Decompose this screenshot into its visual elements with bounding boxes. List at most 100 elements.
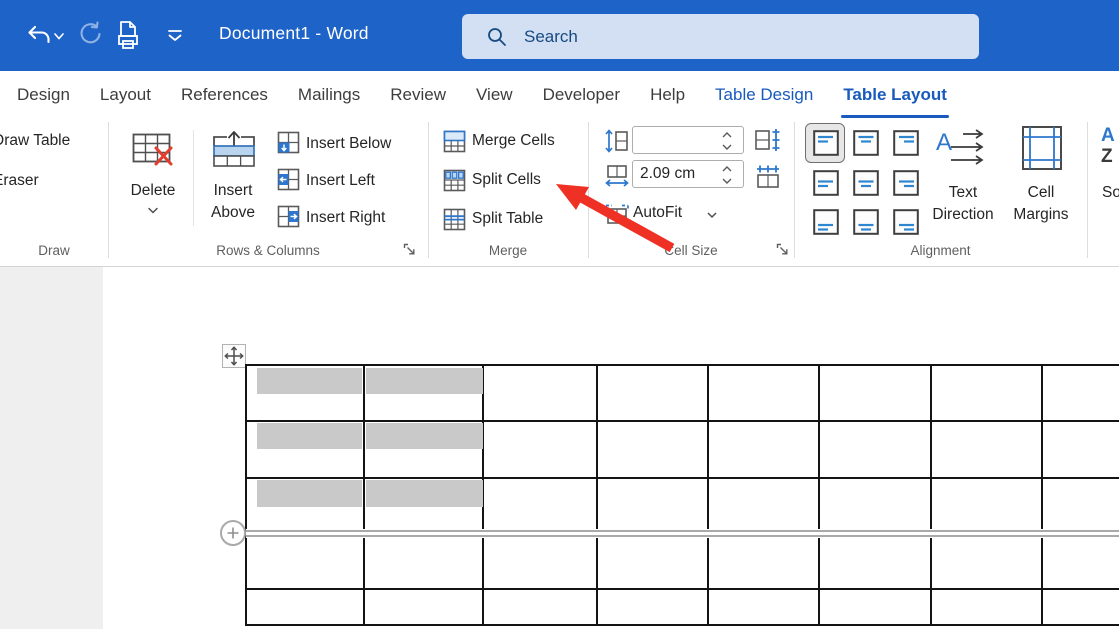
sort-icon-z: Z <box>1101 146 1113 168</box>
insert-left-icon <box>277 168 300 191</box>
cell-margins-label-2: Margins <box>1007 206 1075 224</box>
delete-button-label: Delete <box>128 182 178 200</box>
cell-margins-label-1: Cell <box>1007 184 1075 202</box>
insert-right-icon <box>277 205 300 228</box>
plus-icon <box>226 526 240 540</box>
dialog-launcher-icon[interactable] <box>776 243 789 256</box>
group-label-draw: Draw <box>0 243 108 258</box>
move-icon <box>223 345 245 367</box>
svg-text:A: A <box>936 129 952 156</box>
button-separator <box>193 130 194 226</box>
table-column-border <box>245 364 247 626</box>
insert-below-icon <box>277 131 300 154</box>
align-center-right-button[interactable] <box>893 170 919 196</box>
title-bar: Document1 - Word Search <box>0 0 1119 71</box>
split-table-icon <box>443 208 466 231</box>
align-bottom-left-button[interactable] <box>813 209 839 235</box>
search-box[interactable]: Search <box>462 14 979 59</box>
undo-icon[interactable] <box>24 21 52 49</box>
tab-layout[interactable]: Layout <box>85 71 166 118</box>
search-placeholder: Search <box>524 14 578 59</box>
dialog-launcher-icon[interactable] <box>403 243 416 256</box>
table-row-border <box>246 364 1119 366</box>
row-height-field[interactable] <box>632 126 744 154</box>
spinner-down-icon[interactable] <box>721 143 733 151</box>
table-column-border <box>1041 364 1043 626</box>
selected-cell-highlight[interactable] <box>366 423 483 449</box>
word-window: Document1 - Word Search Design Layout Re… <box>0 0 1119 629</box>
redo-icon <box>76 20 104 48</box>
insert-right-label: Insert Right <box>306 209 385 227</box>
insert-above-icon <box>211 130 257 168</box>
undo-dropdown-chevron-icon[interactable] <box>53 32 65 41</box>
chevron-down-icon <box>147 207 159 215</box>
table-column-border <box>707 364 709 626</box>
sort-icon: A <box>1101 125 1115 147</box>
distribute-columns-icon[interactable] <box>754 164 782 190</box>
insert-above-label-1: Insert <box>196 182 270 200</box>
delete-table-icon <box>132 133 174 167</box>
row-height-icon <box>604 128 630 154</box>
align-top-center-button[interactable] <box>853 130 879 156</box>
split-cells-label: Split Cells <box>472 171 541 189</box>
tab-developer[interactable]: Developer <box>528 71 636 118</box>
document-canvas[interactable] <box>0 267 1119 629</box>
text-direction-icon: A <box>935 126 987 170</box>
selected-cell-highlight[interactable] <box>257 480 362 507</box>
draw-table-button[interactable]: Draw Table <box>0 132 70 150</box>
row-height-input[interactable] <box>640 128 718 152</box>
customize-quick-access-icon[interactable] <box>165 27 185 45</box>
tab-review[interactable]: Review <box>375 71 461 118</box>
search-icon <box>486 26 508 48</box>
tab-table-layout[interactable]: Table Layout <box>828 71 962 118</box>
spinner-down-icon[interactable] <box>721 177 733 185</box>
table-row-border <box>246 588 1119 590</box>
window-title: Document1 - Word <box>219 23 369 44</box>
document-margin-area <box>0 267 103 629</box>
spinner-up-icon[interactable] <box>721 131 733 139</box>
tab-table-design[interactable]: Table Design <box>700 71 828 118</box>
selected-cell-highlight[interactable] <box>257 423 362 449</box>
insert-row-indicator-line[interactable] <box>246 535 1119 537</box>
selected-cell-highlight[interactable] <box>257 368 362 394</box>
tab-design[interactable]: Design <box>2 71 85 118</box>
text-direction-label-2: Direction <box>927 206 999 224</box>
split-cells-icon <box>443 169 466 192</box>
ribbon-tab-bar: Design Layout References Mailings Review… <box>0 71 1119 118</box>
table-row-border <box>246 624 1119 626</box>
annotation-arrow <box>540 170 690 262</box>
insert-below-label: Insert Below <box>306 135 391 153</box>
align-bottom-right-button[interactable] <box>893 209 919 235</box>
table-column-border <box>930 364 932 626</box>
spinner-up-icon[interactable] <box>721 165 733 173</box>
align-top-left-button[interactable] <box>813 130 839 156</box>
sort-label: Sort <box>1102 184 1119 202</box>
insert-row-indicator-line[interactable] <box>246 530 1119 532</box>
group-separator <box>1087 122 1088 258</box>
selected-cell-highlight[interactable] <box>366 368 483 394</box>
table-row-border <box>246 477 1119 479</box>
distribute-rows-icon[interactable] <box>754 127 782 153</box>
eraser-button[interactable]: Eraser <box>0 172 39 190</box>
table-column-border <box>596 364 598 626</box>
selected-cell-highlight[interactable] <box>366 480 483 507</box>
tab-view[interactable]: View <box>461 71 528 118</box>
insert-left-label: Insert Left <box>306 172 375 190</box>
group-label-rows-columns: Rows & Columns <box>108 243 428 258</box>
insert-row-control[interactable] <box>220 520 246 546</box>
table-column-border <box>363 364 365 626</box>
group-label-alignment: Alignment <box>794 243 1087 258</box>
tab-mailings[interactable]: Mailings <box>283 71 375 118</box>
table-move-handle[interactable] <box>222 344 246 368</box>
print-preview-icon[interactable] <box>112 18 144 54</box>
tab-help[interactable]: Help <box>635 71 700 118</box>
tab-references[interactable]: References <box>166 71 283 118</box>
group-separator <box>428 122 429 258</box>
align-top-right-button[interactable] <box>893 130 919 156</box>
align-center-button[interactable] <box>853 170 879 196</box>
group-separator <box>794 122 795 258</box>
align-center-left-button[interactable] <box>813 170 839 196</box>
align-bottom-center-button[interactable] <box>853 209 879 235</box>
merge-cells-label: Merge Cells <box>472 132 555 150</box>
text-direction-label-1: Text <box>927 184 999 202</box>
